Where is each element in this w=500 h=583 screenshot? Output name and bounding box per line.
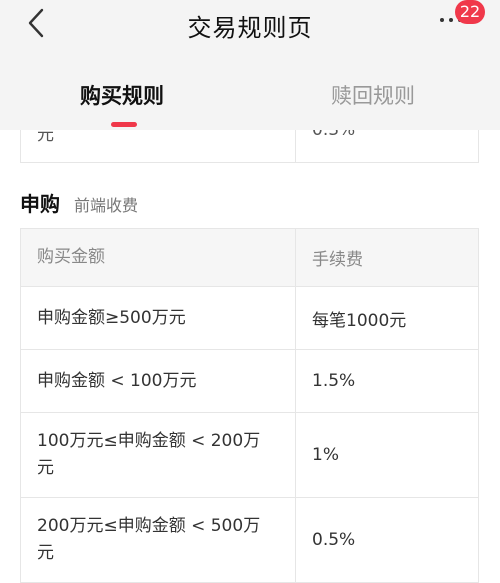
fee-cell: 0.5%	[295, 497, 479, 583]
previous-table-cell-text: 0.3%	[312, 130, 356, 140]
page-title: 交易规则页	[187, 14, 313, 42]
section-subtitle: 前端收费	[74, 196, 139, 215]
table-row: 100万元≤申购金额 < 200万元 1%	[20, 412, 479, 498]
tab-redeem-rules[interactable]: 赎回规则	[331, 80, 415, 110]
previous-table-cell: 0.3%	[295, 130, 479, 163]
table-row: 申购金额≥500万元 每笔1000元	[20, 286, 479, 350]
app-header: 交易规则页 22 购买规则 赎回规则	[0, 0, 500, 130]
notification-badge: 22	[455, 0, 485, 24]
amount-cell: 申购金额 < 100万元	[20, 349, 296, 413]
fee-cell: 1%	[295, 412, 479, 498]
section-title: 申购	[20, 192, 60, 216]
column-header: 购买金额	[20, 228, 296, 287]
column-header: 手续费	[295, 228, 479, 287]
amount-cell: 100万元≤申购金额 < 200万元	[20, 412, 296, 498]
fee-cell: 1.5%	[295, 349, 479, 413]
amount-cell: 200万元≤申购金额 < 500万元	[20, 497, 296, 583]
previous-table-cell: 元	[20, 130, 296, 163]
table-row: 200万元≤申购金额 < 500万元 0.5%	[20, 497, 479, 583]
fee-cell: 每笔1000元	[295, 286, 479, 350]
table-row: 申购金额 < 100万元 1.5%	[20, 349, 479, 413]
amount-cell: 申购金额≥500万元	[20, 286, 296, 350]
tab-buy-rules[interactable]: 购买规则	[80, 80, 164, 110]
previous-table-cell-text: 元	[37, 130, 54, 145]
active-tab-indicator	[111, 122, 137, 127]
table-header-row: 购买金额 手续费	[20, 228, 479, 287]
